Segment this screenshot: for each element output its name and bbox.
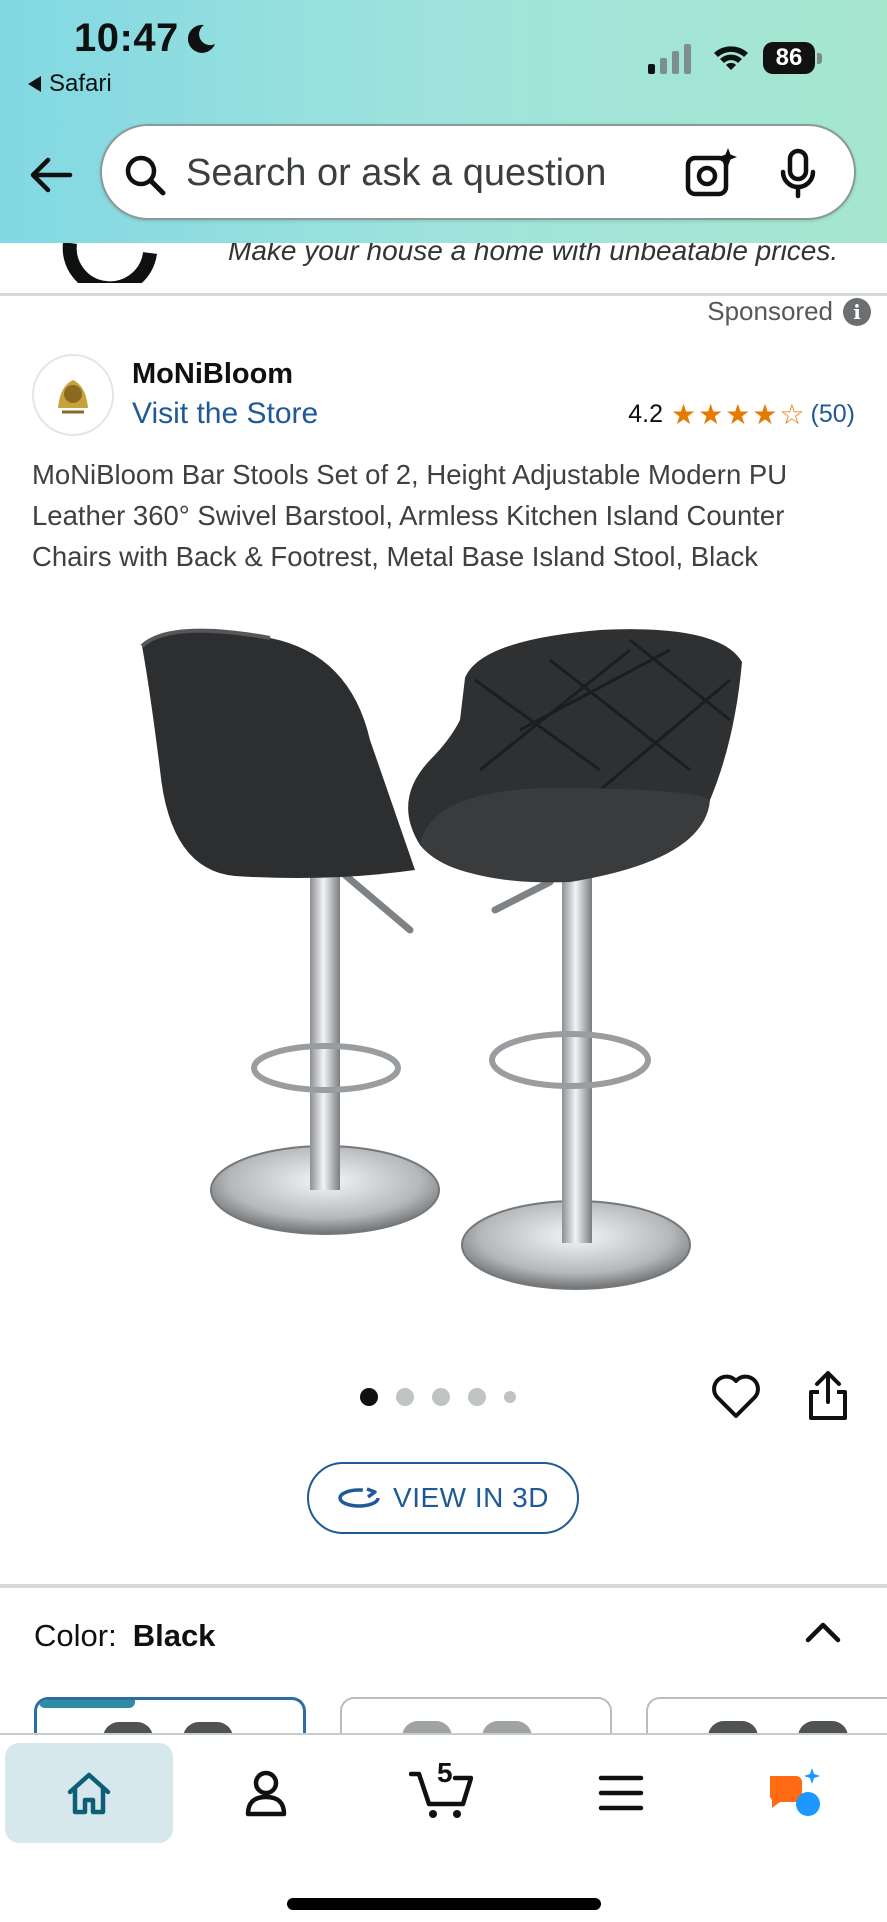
search-icon <box>125 155 166 196</box>
battery-icon: 86 <box>763 42 823 74</box>
account-icon <box>245 1770 287 1817</box>
tab-account[interactable] <box>182 1743 350 1843</box>
star-empty-icon: ☆ <box>779 398 805 430</box>
heart-icon[interactable] <box>710 1372 762 1420</box>
back-triangle-icon <box>28 76 41 92</box>
home-icon <box>67 1772 111 1815</box>
color-value: Black <box>132 1618 216 1653</box>
carousel-dot[interactable] <box>360 1388 378 1406</box>
home-indicator <box>287 1898 601 1910</box>
rating-stars: ★ ★ ★ ★ ☆ <box>670 398 805 430</box>
battery-level: 86 <box>763 42 815 74</box>
back-to-app[interactable]: Safari <box>28 70 112 98</box>
carousel-dot[interactable] <box>468 1388 486 1406</box>
sponsored-label[interactable]: Sponsored i <box>707 296 871 327</box>
rating-value: 4.2 <box>628 400 663 428</box>
carousel-dot[interactable] <box>432 1388 450 1406</box>
color-label: Color: <box>34 1618 117 1653</box>
bottom-tab-bar: 5 <box>0 1733 887 1922</box>
banner-logo <box>62 243 157 283</box>
rating-summary[interactable]: 4.2 ★ ★ ★ ★ ☆ (50) <box>628 400 855 429</box>
tab-rufus[interactable] <box>712 1743 880 1843</box>
status-time: 10:47 <box>74 16 179 60</box>
product-image[interactable] <box>130 620 760 1300</box>
view-in-3d-label: VIEW IN 3D <box>393 1482 549 1513</box>
carousel-dots[interactable] <box>360 1388 516 1406</box>
section-divider <box>0 1584 887 1588</box>
search-input[interactable] <box>186 146 666 200</box>
cellular-signal-icon <box>648 44 691 74</box>
banner-tagline: Make your house a home with unbeatable p… <box>228 243 839 266</box>
star-full-icon: ★ <box>698 398 724 430</box>
camera-icon[interactable] <box>684 146 738 200</box>
color-variation-header[interactable]: Color: Black <box>34 1618 215 1654</box>
rufus-icon <box>770 1768 820 1816</box>
wifi-icon <box>714 46 748 70</box>
share-icon[interactable] <box>806 1370 850 1422</box>
star-full-icon: ★ <box>725 398 751 430</box>
brand-name: MoNiBloom <box>132 358 294 390</box>
star-full-icon: ★ <box>752 398 778 430</box>
sponsored-text: Sponsored <box>707 296 833 326</box>
star-full-icon: ★ <box>670 398 697 430</box>
info-icon[interactable]: i <box>843 297 871 326</box>
carousel-dot[interactable] <box>396 1388 414 1406</box>
review-count[interactable]: (50) <box>811 400 855 429</box>
menu-icon <box>598 1775 644 1811</box>
back-app-label: Safari <box>49 70 112 97</box>
header: 10:47 Safari 86 <box>0 0 887 243</box>
store-banner[interactable]: Make your house a home with unbeatable p… <box>0 243 887 296</box>
visit-store-link[interactable]: Visit the Store <box>132 397 318 431</box>
carousel-dot[interactable] <box>504 1391 516 1403</box>
view-in-3d-button[interactable]: VIEW IN 3D <box>307 1462 579 1534</box>
brand-logo[interactable] <box>32 354 114 436</box>
tab-menu[interactable] <box>537 1743 705 1843</box>
search-bar[interactable] <box>100 124 856 220</box>
chevron-up-icon[interactable] <box>800 1616 846 1648</box>
rotate-3d-icon <box>338 1487 380 1508</box>
brand-crest-icon <box>35 357 111 433</box>
tab-home[interactable] <box>5 1743 173 1843</box>
moon-icon <box>187 24 215 53</box>
cart-count-badge: 5 <box>437 1757 453 1788</box>
product-title: MoNiBloom Bar Stools Set of 2, Height Ad… <box>32 459 788 572</box>
back-arrow-icon[interactable] <box>26 150 76 200</box>
mic-icon[interactable] <box>778 148 818 200</box>
